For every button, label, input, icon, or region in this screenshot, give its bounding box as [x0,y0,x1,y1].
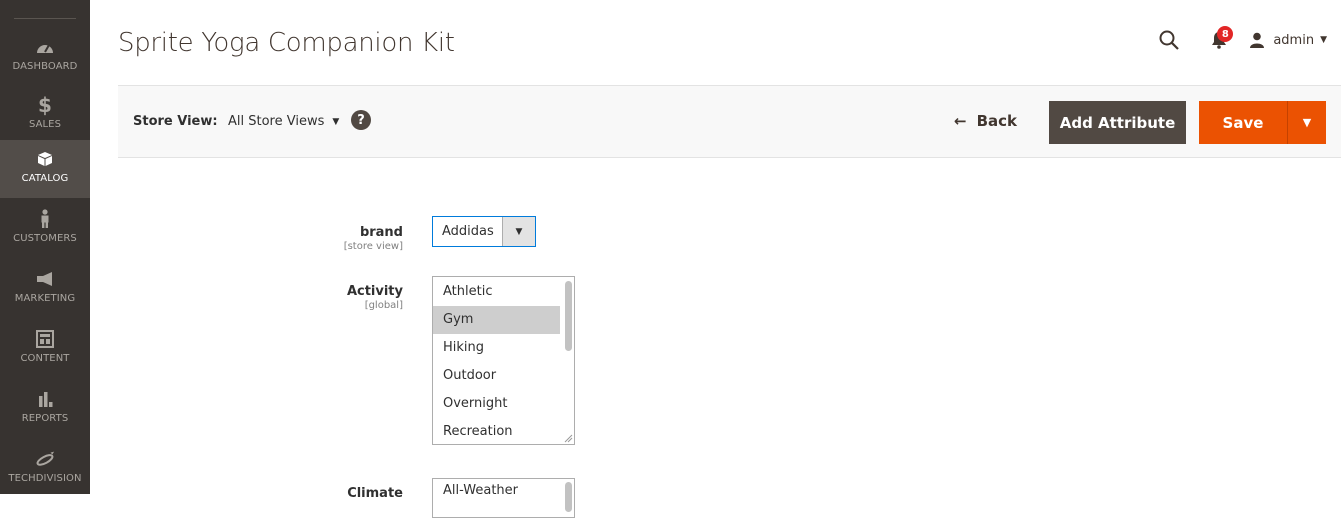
box-icon [34,148,56,170]
sidebar-item-label: DASHBOARD [12,61,78,72]
brand-scope: [store view] [343,241,403,252]
chevron-down-icon: ▼ [502,217,535,246]
sidebar-item-label: CONTENT [20,353,70,364]
activity-option[interactable]: Outdoor [433,362,560,390]
store-view-label: Store View: [133,114,218,129]
notifications-button[interactable]: 8 [1205,26,1234,54]
sidebar-item-dashboard[interactable]: DASHBOARD [0,28,90,86]
back-button[interactable]: ← Back [954,112,1017,130]
person-icon [34,208,56,230]
activity-multiselect[interactable]: Athletic Gym Hiking Outdoor Overnight Re… [432,276,575,445]
search-button[interactable] [1155,26,1183,54]
save-options-toggle[interactable]: ▼ [1287,101,1326,144]
add-attribute-button[interactable]: Add Attribute [1049,101,1186,144]
megaphone-icon [34,268,56,290]
sidebar-item-label: REPORTS [21,413,69,424]
sidebar-item-label: SALES [28,119,62,130]
activity-option[interactable]: Overnight [433,390,560,418]
sidebar-item-reports[interactable]: REPORTS [0,380,90,438]
resize-handle-icon[interactable] [564,434,573,443]
activity-scope: [global] [364,300,403,311]
admin-user-menu[interactable]: admin ▼ [1249,32,1327,48]
brand-select[interactable]: Addidas ▼ [432,216,536,247]
user-name: admin [1273,32,1315,48]
dollar-icon: $ [38,93,52,117]
sidebar-item-label: CUSTOMERS [13,233,77,244]
climate-scrollbar[interactable] [565,482,572,512]
help-icon[interactable]: ? [351,110,371,130]
header-actions: 8 admin ▼ [1155,26,1327,54]
brand-field-label: brand [store view] [203,225,403,252]
climate-option[interactable]: All-Weather [433,480,560,508]
bar-chart-icon [34,388,56,410]
page-title: Sprite Yoga Companion Kit [118,28,455,58]
back-label: Back [976,112,1018,130]
layout-icon [34,328,56,350]
brand-select-value: Addidas [442,224,494,239]
sidebar-item-sales[interactable]: $ SALES [0,86,90,144]
activity-scrollbar[interactable] [565,281,572,351]
sidebar-item-marketing[interactable]: MARKETING [0,260,90,318]
user-icon [1250,32,1265,48]
store-view-value: All Store Views [228,114,325,129]
activity-option[interactable]: Recreation [433,418,560,444]
admin-sidebar: DASHBOARD $ SALES CATALOG CUSTOMERS MARK… [0,0,90,494]
sidebar-item-label: TECHDIVISION [8,473,82,484]
sidebar-item-label: CATALOG [21,173,69,184]
sidebar-item-customers[interactable]: CUSTOMERS [0,200,90,258]
techdivision-icon [34,448,56,470]
dashboard-icon [34,36,56,58]
activity-option[interactable]: Athletic [433,278,560,306]
activity-field-label: Activity [global] [203,284,403,311]
sidebar-item-techdivision[interactable]: TECHDIVISION [0,440,90,498]
activity-label: Activity [346,284,403,299]
sidebar-divider [14,18,76,19]
page-actions-toolbar: Store View: All Store Views ▼ ? ← Back A… [118,85,1341,158]
activity-option[interactable]: Hiking [433,334,560,362]
arrow-left-icon: ← [954,112,967,130]
store-view-switcher[interactable]: All Store Views ▼ [228,114,339,129]
chevron-down-icon: ▼ [332,116,340,127]
search-icon [1159,30,1180,50]
sidebar-item-catalog[interactable]: CATALOG [0,140,90,198]
climate-multiselect[interactable]: All-Weather [432,478,575,518]
sidebar-item-label: MARKETING [14,293,76,304]
chevron-down-icon: ▼ [1302,116,1312,129]
chevron-down-icon: ▼ [1320,35,1327,45]
sidebar-item-content[interactable]: CONTENT [0,320,90,378]
brand-label: brand [359,225,403,240]
save-button[interactable]: Save [1199,101,1287,144]
activity-option-selected[interactable]: Gym [433,306,560,334]
notifications-count-badge: 8 [1217,26,1234,42]
